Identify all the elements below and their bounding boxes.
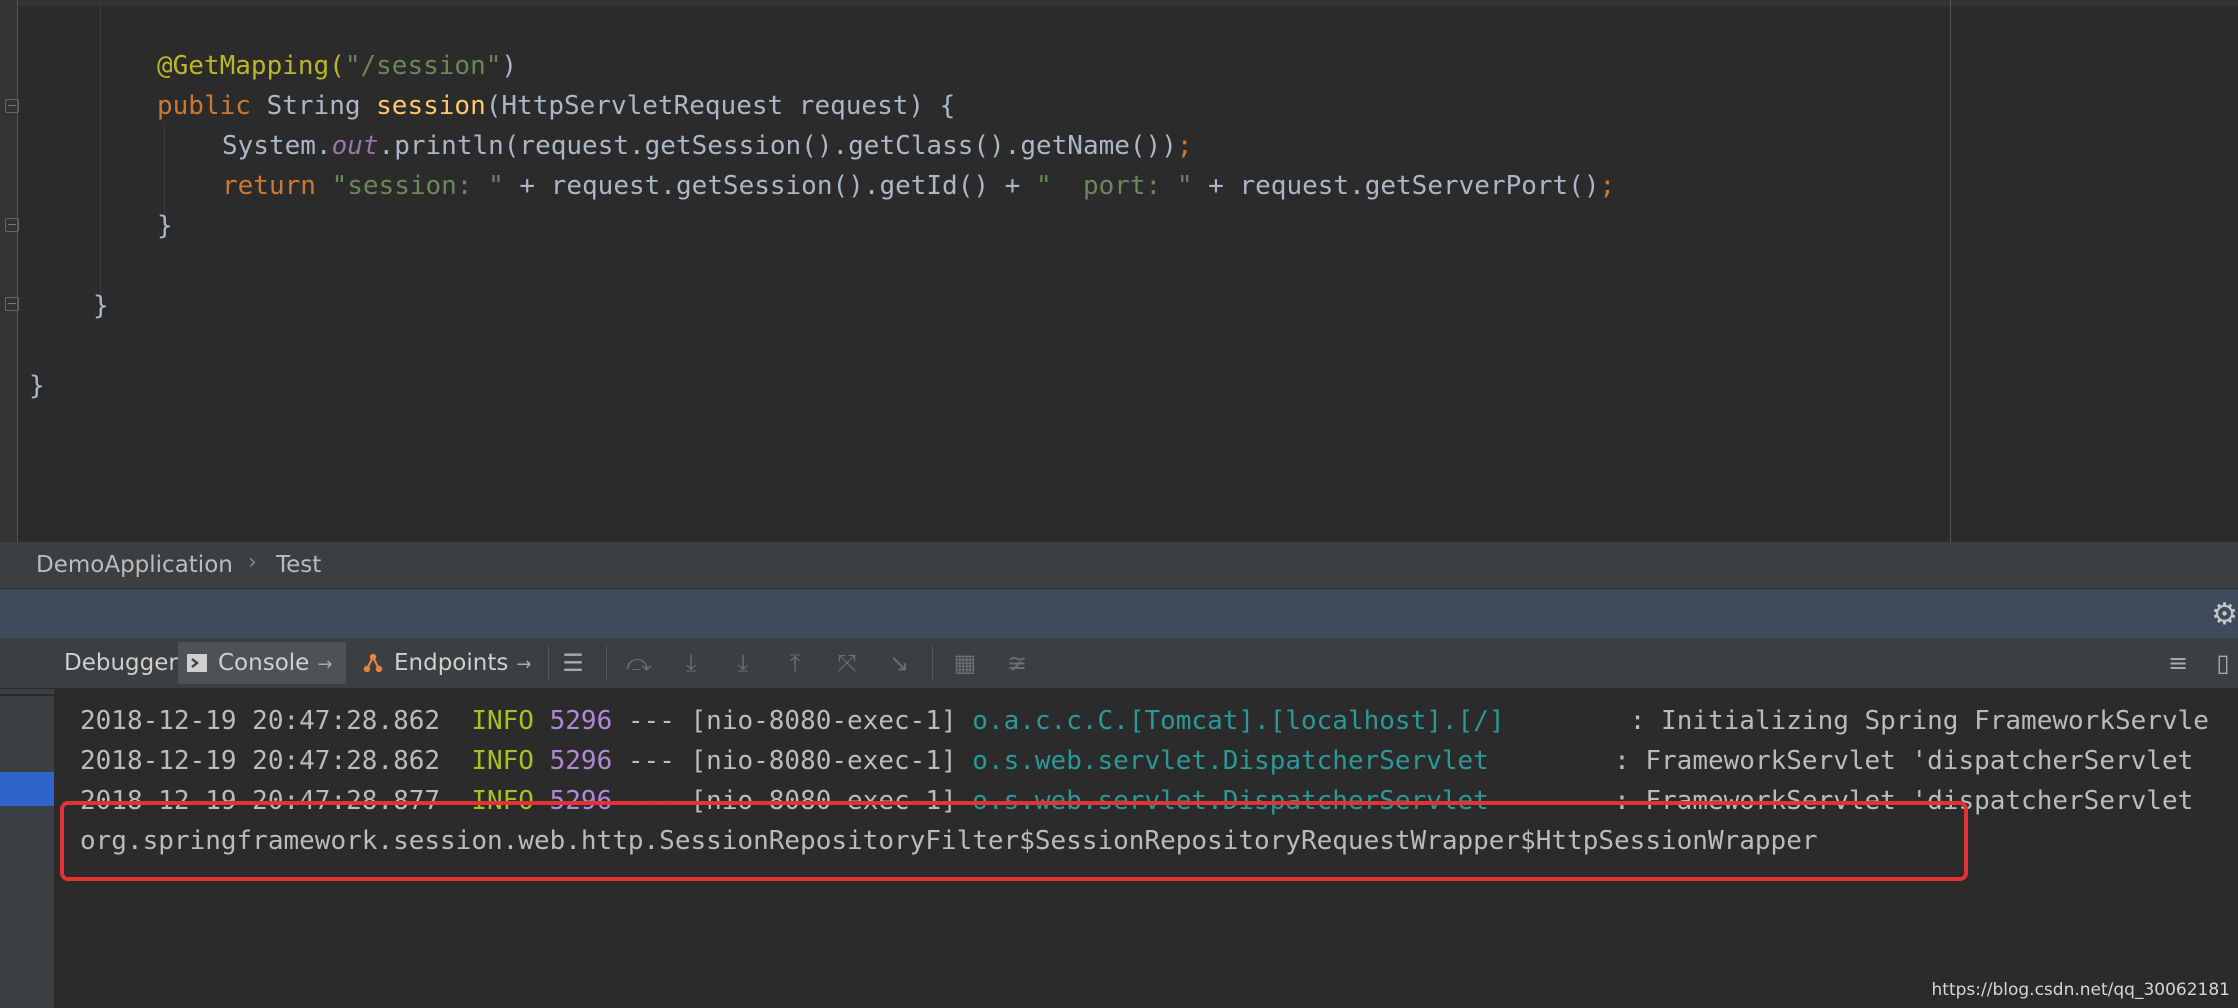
tab-endpoints-label: Endpoints bbox=[394, 650, 509, 676]
indent-guide bbox=[100, 0, 101, 300]
log-token: 5296 bbox=[549, 746, 613, 776]
debug-left-strip bbox=[0, 638, 55, 1008]
code-token: ; bbox=[1176, 131, 1193, 161]
toolbar-separator bbox=[932, 646, 933, 680]
code-line: @GetMapping("/session") bbox=[157, 46, 517, 86]
code-token: } bbox=[93, 291, 109, 321]
endpoints-icon bbox=[363, 653, 383, 673]
layout-icon[interactable]: ▯ bbox=[2208, 648, 2238, 678]
pin-icon[interactable]: → bbox=[317, 654, 332, 675]
code-token: } bbox=[157, 211, 173, 241]
code-token: + request.getServerPort() bbox=[1192, 171, 1600, 201]
scroll-end-icon[interactable]: ≡ bbox=[2163, 648, 2193, 678]
drop-frame-icon[interactable]: ⤧ bbox=[832, 648, 862, 678]
code-editor[interactable]: @GetMapping("/session") public String se… bbox=[0, 0, 2238, 542]
log-token: o.a.c.c.C.[Tomcat].[localhost].[/] bbox=[972, 706, 1599, 736]
code-token: } bbox=[29, 371, 45, 401]
code-token: " port: " bbox=[1035, 171, 1193, 201]
fold-marker-icon[interactable] bbox=[5, 297, 19, 311]
code-token: ) bbox=[501, 51, 518, 81]
step-over-icon[interactable]: ⤼ bbox=[624, 648, 654, 678]
code-token: session bbox=[376, 91, 486, 121]
step-into-icon[interactable]: ⤓ bbox=[676, 648, 706, 678]
debug-tool-window-header: ⚙ bbox=[0, 588, 2238, 639]
highlight-annotation-box bbox=[60, 801, 1968, 881]
trace-icon[interactable]: ≆ bbox=[1002, 648, 1032, 678]
watermark: https://blog.csdn.net/qq_30062181 bbox=[1931, 980, 2230, 1000]
code-token: return bbox=[222, 171, 332, 201]
log-token: --- [nio-8080-exec-1] bbox=[612, 706, 973, 736]
right-margin-guide bbox=[1950, 0, 1951, 542]
log-token bbox=[534, 746, 550, 776]
log-token: o.s.web.servlet.DispatcherServlet bbox=[972, 746, 1583, 776]
code-token: .println(request.getSession().getClass()… bbox=[378, 131, 1177, 161]
tab-console-label: Console bbox=[218, 650, 310, 676]
console-line: 2018-12-19 20:47:28.862 INFO 5296 --- [n… bbox=[80, 741, 2193, 781]
editor-gutter bbox=[0, 0, 19, 542]
log-token: INFO bbox=[471, 706, 534, 736]
code-line: } bbox=[29, 366, 45, 406]
log-token: : Initializing Spring FrameworkServle bbox=[1598, 706, 2209, 736]
code-line: } bbox=[157, 206, 173, 246]
log-token bbox=[534, 706, 550, 736]
breadcrumb-item-test[interactable]: Test bbox=[276, 552, 321, 578]
strip-divider bbox=[0, 694, 54, 696]
fold-marker-icon[interactable] bbox=[5, 99, 19, 113]
code-line: return "session: " + request.getSession(… bbox=[222, 166, 1615, 206]
code-token: public bbox=[157, 91, 267, 121]
code-line: System.out.println(request.getSession().… bbox=[222, 126, 1193, 166]
step-out-icon[interactable]: ⤒ bbox=[780, 648, 810, 678]
tab-debugger-label: Debugger bbox=[64, 650, 178, 676]
code-token: + request.getSession().getId() + bbox=[503, 171, 1036, 201]
code-token: "/session" bbox=[344, 51, 502, 81]
tab-debugger[interactable]: Debugger bbox=[58, 642, 184, 684]
log-token: 5296 bbox=[549, 706, 613, 736]
selected-frame-marker[interactable] bbox=[0, 772, 54, 806]
run-to-cursor-icon[interactable]: ↘ bbox=[884, 648, 914, 678]
toolbar-separator bbox=[548, 646, 549, 680]
breadcrumb-separator: › bbox=[248, 550, 257, 575]
code-line: public String session(HttpServletRequest… bbox=[157, 86, 955, 126]
log-token: 2018-12-19 20:47:28.862 bbox=[80, 706, 472, 736]
console-line: 2018-12-19 20:47:28.862 INFO 5296 --- [n… bbox=[80, 701, 2209, 741]
log-token: : FrameworkServlet 'dispatcherServlet bbox=[1582, 746, 2194, 776]
breadcrumb: DemoApplication › Test bbox=[0, 542, 2238, 588]
code-line: } bbox=[93, 286, 109, 326]
breadcrumb-item-demoapplication[interactable]: DemoApplication bbox=[36, 552, 233, 578]
code-token: String bbox=[266, 91, 377, 121]
code-token: "session: " bbox=[331, 171, 504, 201]
code-token: out bbox=[331, 131, 379, 161]
fold-marker-icon[interactable] bbox=[5, 218, 19, 232]
code-token: ; bbox=[1599, 171, 1616, 201]
editor-top-strip bbox=[0, 0, 2238, 6]
tab-endpoints[interactable]: Endpoints → bbox=[356, 642, 537, 684]
console-output[interactable]: 2018-12-19 20:47:28.862 INFO 5296 --- [n… bbox=[55, 689, 2238, 1008]
gear-icon[interactable]: ⚙ bbox=[2211, 597, 2238, 632]
code-token: System. bbox=[222, 131, 332, 161]
pin-icon[interactable]: → bbox=[516, 654, 531, 675]
log-token: --- [nio-8080-exec-1] bbox=[612, 746, 973, 776]
force-step-into-icon[interactable]: ⤓ bbox=[728, 648, 758, 678]
log-token: 2018-12-19 20:47:28.862 bbox=[80, 746, 472, 776]
debug-toolbar: Debugger Console → Endpoints → ☰ ⤼ ⤓ ⤓ ⤒ ⤧… bbox=[0, 638, 2238, 689]
evaluate-icon[interactable]: ▦ bbox=[950, 648, 980, 678]
code-token: (HttpServletRequest request) { bbox=[485, 91, 956, 121]
tab-console[interactable]: Console → bbox=[178, 642, 346, 684]
toolbar-separator bbox=[606, 646, 607, 680]
code-token: @GetMapping( bbox=[157, 51, 345, 81]
log-token: INFO bbox=[471, 746, 534, 776]
console-icon bbox=[187, 654, 207, 672]
menu-icon[interactable]: ☰ bbox=[558, 648, 588, 678]
